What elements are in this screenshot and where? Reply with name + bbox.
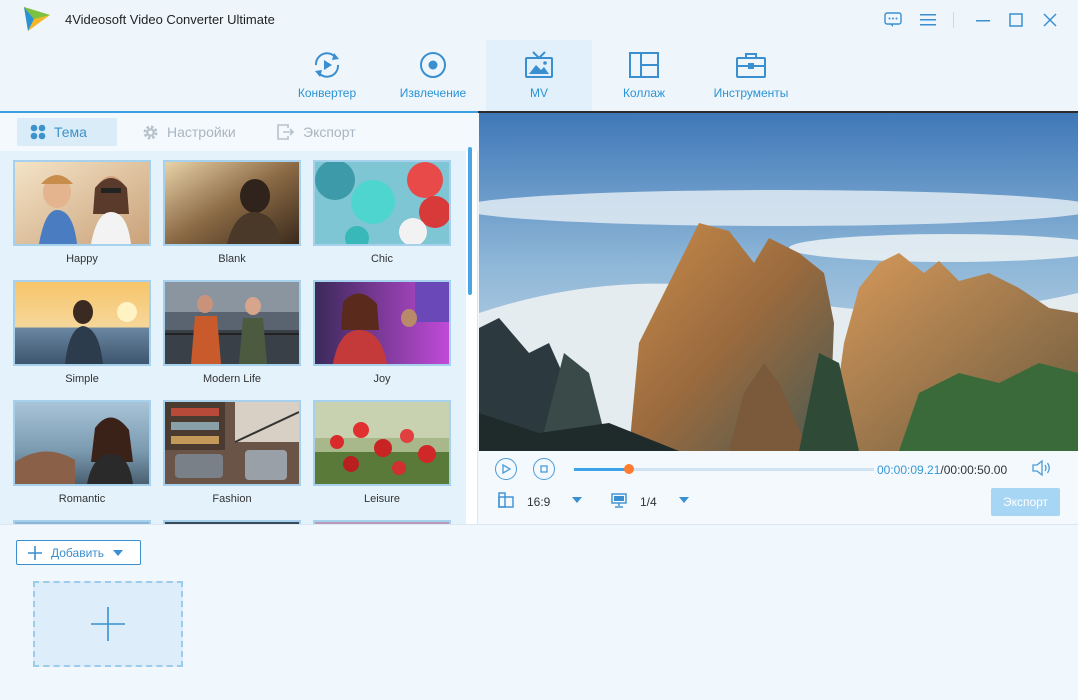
theme-label: Romantic <box>58 493 106 505</box>
time-display: 00:00:09.21/00:00:50.00 <box>877 463 1007 477</box>
play-button[interactable] <box>495 458 517 480</box>
subtab-label: Тема <box>54 124 87 140</box>
current-time: 00:00:09.21 <box>877 463 941 477</box>
large-plus-icon <box>91 607 125 641</box>
screen-icon <box>611 493 627 513</box>
theme-thumbnail-chic[interactable] <box>313 160 451 246</box>
add-media-dropzone[interactable] <box>33 581 183 667</box>
tab-label: Конвертер <box>297 86 357 100</box>
export-icon <box>277 124 295 140</box>
subtab-export[interactable]: Экспорт <box>277 118 356 146</box>
collage-icon <box>628 50 660 80</box>
tab-label: Коллаж <box>622 86 666 100</box>
add-button-label: Добавить <box>51 545 105 560</box>
theme-scrollbar[interactable] <box>468 147 472 295</box>
aspect-ratio-dropdown-icon[interactable] <box>572 497 582 503</box>
title-separator <box>953 12 954 28</box>
theme-icon <box>30 124 46 140</box>
progress-fill <box>574 468 630 471</box>
theme-label: Modern Life <box>202 373 262 385</box>
subtab-settings[interactable]: Настройки <box>142 118 236 146</box>
title-bar: 4Videosoft Video Converter Ultimate <box>0 0 1078 40</box>
theme-label: Blank <box>218 253 246 265</box>
theme-thumbnail-happy[interactable] <box>13 160 151 246</box>
theme-label: Happy <box>66 253 98 265</box>
settings-gear-icon <box>142 124 159 141</box>
tab-mv[interactable]: MV <box>486 40 592 112</box>
theme-thumbnail-simple[interactable] <box>13 280 151 366</box>
theme-thumbnail-leisure[interactable] <box>313 400 451 486</box>
player-controls: 00:00:09.21/00:00:50.00 16:9 1/4 Экспорт <box>479 451 1078 524</box>
close-icon[interactable] <box>1037 8 1063 32</box>
progress-handle[interactable] <box>624 464 635 474</box>
media-area: Добавить <box>0 524 1078 700</box>
sub-tabs: Тема Настройки Экспорт <box>0 113 478 151</box>
convert-icon <box>310 50 344 80</box>
stop-icon <box>540 465 548 473</box>
theme-label: Simple <box>65 373 99 385</box>
app-title: 4Videosoft Video Converter Ultimate <box>65 12 275 27</box>
aspect-ratio-icon <box>498 492 514 513</box>
app-logo-icon <box>24 7 50 31</box>
tab-label: Извлечение <box>399 86 467 100</box>
theme-thumbnail-romantic[interactable] <box>13 400 151 486</box>
export-button[interactable]: Экспорт <box>991 488 1060 516</box>
theme-label: Leisure <box>363 493 401 505</box>
theme-thumbnail-blank[interactable] <box>163 160 301 246</box>
theme-thumbnail-joy[interactable] <box>313 280 451 366</box>
main-tabs: Конвертер Извлечение MV Коллаж Инструмен… <box>0 40 1078 112</box>
tab-label: Инструменты <box>713 86 789 100</box>
screen-fraction-value[interactable]: 1/4 <box>640 495 657 509</box>
theme-label: Fashion <box>212 493 252 505</box>
video-preview <box>479 113 1078 451</box>
toolbox-icon <box>735 50 767 80</box>
aspect-ratio-value[interactable]: 16:9 <box>527 495 550 509</box>
tab-converter[interactable]: Конвертер <box>287 40 367 112</box>
subtab-theme[interactable]: Тема <box>17 118 117 146</box>
stop-button[interactable] <box>533 458 555 480</box>
tab-label: MV <box>530 86 548 100</box>
total-time: /00:00:50.00 <box>940 463 1008 477</box>
theme-thumbnail-fashion[interactable] <box>163 400 301 486</box>
maximize-icon[interactable] <box>1003 8 1029 32</box>
add-dropdown-icon[interactable] <box>113 549 124 556</box>
tab-ripper[interactable]: Извлечение <box>393 40 473 112</box>
progress-bar[interactable] <box>574 464 874 474</box>
screen-fraction-dropdown-icon[interactable] <box>679 497 689 503</box>
theme-grid: Happy Blank Chic Simple Modern Life Joy … <box>0 151 466 524</box>
plus-icon <box>28 545 42 560</box>
volume-icon[interactable] <box>1032 459 1052 481</box>
theme-label: Chic <box>370 253 393 265</box>
menu-icon[interactable] <box>915 8 941 32</box>
tab-collage[interactable]: Коллаж <box>604 40 684 112</box>
theme-thumbnail-modern-life[interactable] <box>163 280 301 366</box>
subtab-label: Настройки <box>167 124 236 140</box>
add-button[interactable]: Добавить <box>16 540 141 565</box>
subtab-label: Экспорт <box>303 124 356 140</box>
ripper-icon <box>418 50 448 80</box>
mv-icon <box>524 50 554 80</box>
feedback-icon[interactable] <box>880 8 906 32</box>
theme-label: Joy <box>373 373 391 385</box>
minimize-icon[interactable] <box>970 8 996 32</box>
theme-panel: Тема Настройки Экспорт Happy Blank Chic <box>0 113 478 524</box>
tab-toolbox[interactable]: Инструменты <box>705 40 797 112</box>
play-icon <box>502 464 511 474</box>
